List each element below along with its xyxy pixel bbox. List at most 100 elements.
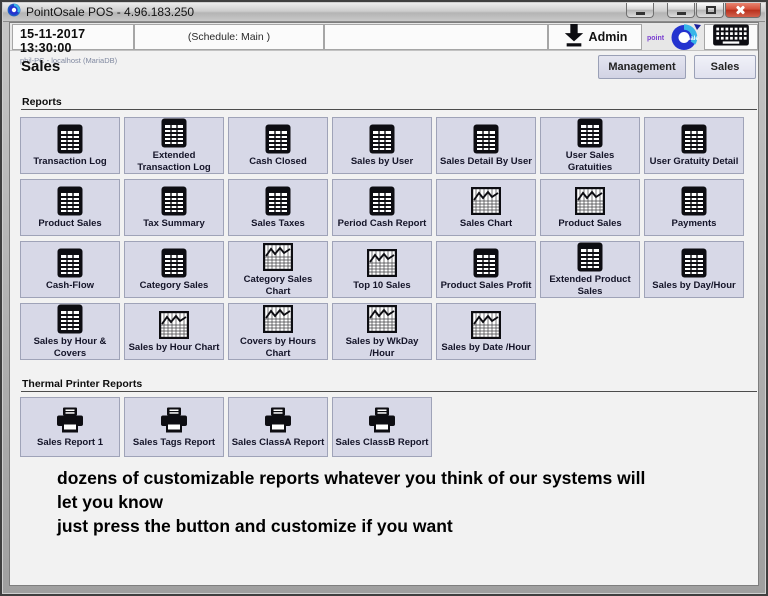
report-button-label: Sales by Hour & Covers xyxy=(21,336,119,359)
report-button-label: Sales by Day/Hour xyxy=(650,280,737,291)
report-button-label: User Sales Gratuities xyxy=(541,150,639,173)
report-button-label: Sales Report 1 xyxy=(35,437,105,448)
report-button[interactable]: User Sales Gratuities xyxy=(540,117,640,174)
title-bar[interactable]: PointOsale POS - 4.96.183.250 xyxy=(3,3,765,22)
report-button[interactable]: Sales Report 1 xyxy=(20,397,120,457)
table-icon xyxy=(369,124,395,154)
reports-section-label: Reports xyxy=(22,96,62,108)
report-button[interactable]: Sales by Hour Chart xyxy=(124,303,224,360)
report-button-label: Covers by Hours Chart xyxy=(229,336,327,359)
footer-note-line: let you know xyxy=(57,490,645,514)
table-icon xyxy=(57,124,83,154)
printer-icon xyxy=(367,405,397,435)
report-button[interactable]: Tax Summary xyxy=(124,179,224,236)
report-button-label: Transaction Log xyxy=(31,156,108,167)
chart-icon xyxy=(575,186,605,216)
footer-note-line: dozens of customizable reports whatever … xyxy=(57,466,645,490)
report-button[interactable]: Top 10 Sales xyxy=(332,241,432,298)
report-button[interactable]: Sales by User xyxy=(332,117,432,174)
footer-note: dozens of customizable reports whatever … xyxy=(57,466,645,538)
report-button-label: Top 10 Sales xyxy=(351,280,412,291)
report-button-label: Sales by Date /Hour xyxy=(439,342,532,353)
report-button-label: Product Sales xyxy=(556,218,623,229)
report-button-label: Sales Chart xyxy=(458,218,514,229)
management-button[interactable]: Management xyxy=(598,55,686,79)
report-button[interactable]: Sales ClassB Report xyxy=(332,397,432,457)
table-icon xyxy=(161,118,187,148)
schedule-panel: (Schedule: Main ) xyxy=(134,24,324,50)
report-button[interactable]: Sales by Hour & Covers xyxy=(20,303,120,360)
report-button-label: Product Sales xyxy=(36,218,103,229)
printer-icon xyxy=(159,405,189,435)
report-button[interactable]: Sales Chart xyxy=(436,179,536,236)
table-icon xyxy=(57,248,83,278)
table-icon xyxy=(161,186,187,216)
report-button[interactable]: Sales ClassA Report xyxy=(228,397,328,457)
report-button[interactable]: Product Sales Profit xyxy=(436,241,536,298)
schedule-text: (Schedule: Main ) xyxy=(188,31,270,43)
svg-text:point: point xyxy=(647,35,665,42)
report-button[interactable]: Category Sales xyxy=(124,241,224,298)
thermal-divider xyxy=(21,391,757,392)
table-icon xyxy=(681,124,707,154)
printer-icon xyxy=(55,405,85,435)
table-icon xyxy=(473,248,499,278)
svg-text:sale: sale xyxy=(687,36,699,42)
minimize-button[interactable] xyxy=(667,3,695,18)
report-button-label: Sales ClassB Report xyxy=(334,437,431,448)
pin-button[interactable] xyxy=(626,3,654,18)
table-icon xyxy=(265,124,291,154)
window-title: PointOsale POS - 4.96.183.250 xyxy=(26,5,194,19)
minimize-icon xyxy=(636,12,645,15)
close-button[interactable] xyxy=(725,3,761,18)
admin-button[interactable]: Admin xyxy=(548,24,642,50)
report-button[interactable]: Sales by Date /Hour xyxy=(436,303,536,360)
report-button-label: Sales Taxes xyxy=(249,218,307,229)
report-button[interactable]: Sales by WkDay /Hour xyxy=(332,303,432,360)
chart-icon xyxy=(367,248,397,278)
report-button-label: Payments xyxy=(670,218,719,229)
footer-note-line: just press the button and customize if y… xyxy=(57,514,645,538)
report-button[interactable]: Transaction Log xyxy=(20,117,120,174)
maximize-button[interactable] xyxy=(696,3,724,18)
report-button[interactable]: Extended Transaction Log xyxy=(124,117,224,174)
report-button[interactable]: Extended Product Sales xyxy=(540,241,640,298)
report-button-label: Sales by User xyxy=(349,156,415,167)
table-icon xyxy=(265,186,291,216)
chart-icon xyxy=(471,186,501,216)
app-logo-icon xyxy=(7,3,21,22)
report-button-label: Extended Transaction Log xyxy=(125,150,223,173)
report-button-label: Sales by WkDay /Hour xyxy=(333,336,431,359)
datetime-text: 15-11-2017 13:30:00 xyxy=(20,27,133,55)
report-button[interactable]: Category Sales Chart xyxy=(228,241,328,298)
keyboard-button[interactable] xyxy=(704,24,758,50)
report-button[interactable]: Sales Taxes xyxy=(228,179,328,236)
chart-icon xyxy=(159,310,189,340)
report-button[interactable]: Cash-Flow xyxy=(20,241,120,298)
report-button-label: Extended Product Sales xyxy=(541,274,639,297)
datetime-panel: 15-11-2017 13:30:00 phil-PC - localhost … xyxy=(12,24,134,50)
thermal-grid: Sales Report 1 Sales Tags Report Sales Cla… xyxy=(20,397,750,457)
report-button[interactable]: Sales by Day/Hour xyxy=(644,241,744,298)
report-button-label: Sales ClassA Report xyxy=(230,437,327,448)
report-button[interactable]: Period Cash Report xyxy=(332,179,432,236)
minimize-icon xyxy=(677,12,686,15)
reports-grid: Transaction LogExtended Transaction LogC… xyxy=(20,117,750,360)
report-button[interactable]: Sales Detail By User xyxy=(436,117,536,174)
report-button[interactable]: Cash Closed xyxy=(228,117,328,174)
sales-tab-button[interactable]: Sales xyxy=(694,55,756,79)
table-icon xyxy=(577,118,603,148)
chart-icon xyxy=(263,242,293,272)
download-icon xyxy=(563,23,585,52)
report-button[interactable]: Sales Tags Report xyxy=(124,397,224,457)
page-title: Sales xyxy=(21,58,60,75)
pointosale-logo-icon: point sale xyxy=(644,23,704,51)
report-button-label: Sales Detail By User xyxy=(438,156,534,167)
header-spacer xyxy=(324,24,548,50)
report-button[interactable]: Covers by Hours Chart xyxy=(228,303,328,360)
reports-divider xyxy=(21,109,757,110)
report-button[interactable]: Payments xyxy=(644,179,744,236)
report-button[interactable]: Product Sales xyxy=(540,179,640,236)
report-button[interactable]: User Gratuity Detail xyxy=(644,117,744,174)
report-button[interactable]: Product Sales xyxy=(20,179,120,236)
